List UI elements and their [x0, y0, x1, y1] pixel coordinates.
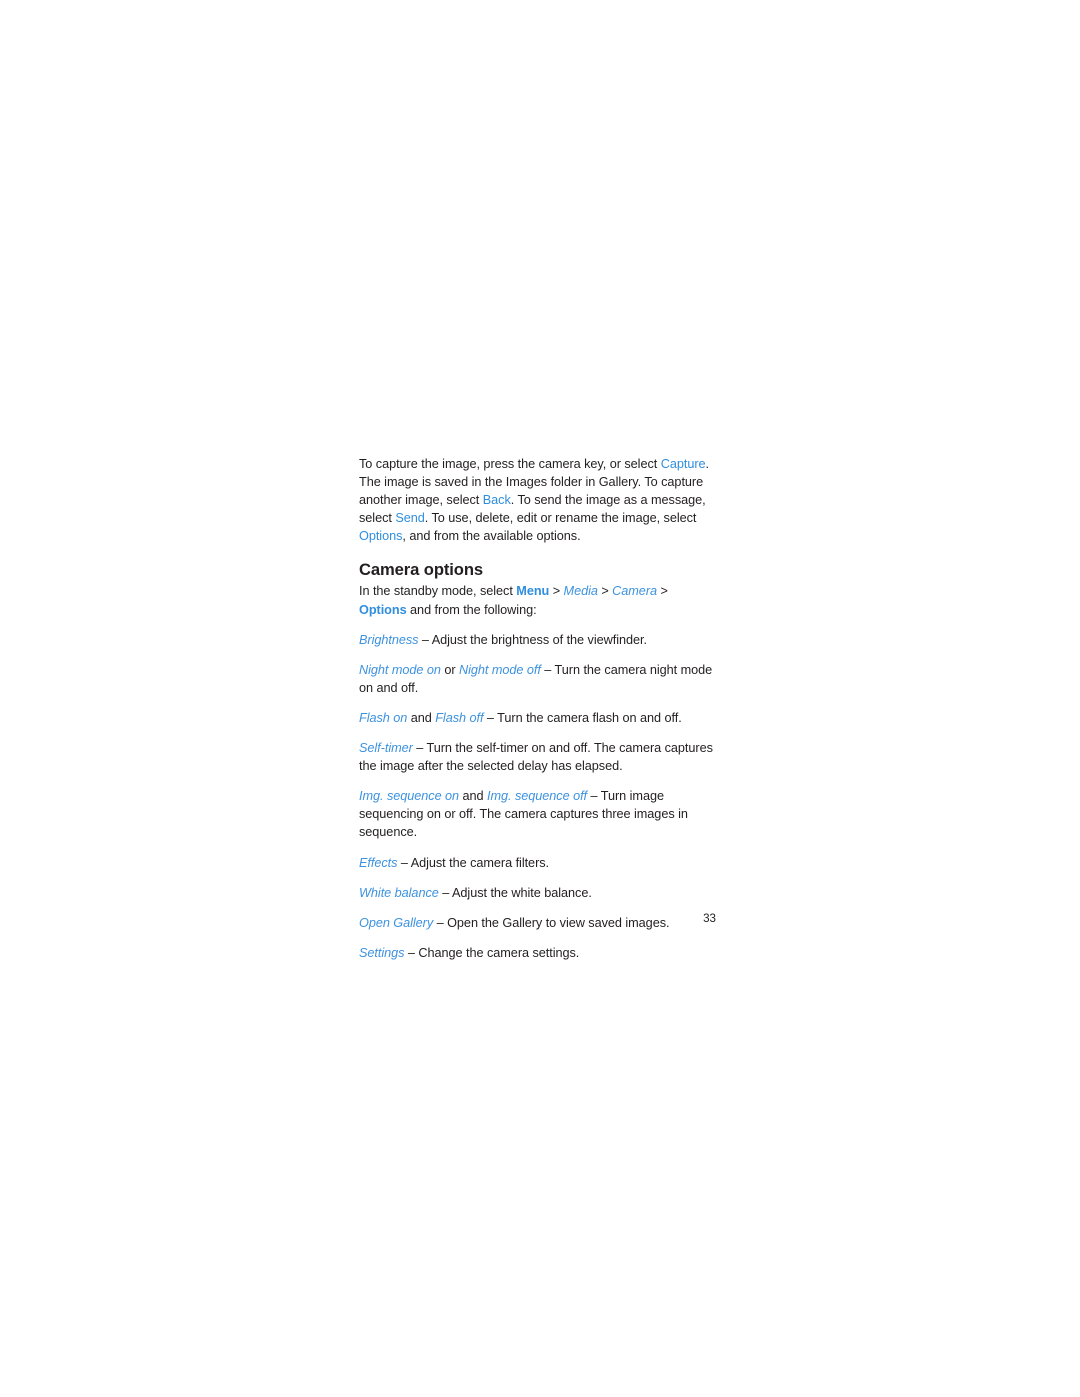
options-link[interactable]: Options: [359, 529, 402, 543]
option-description: – Adjust the white balance.: [438, 885, 592, 900]
option-joiner: or: [440, 662, 460, 677]
capture-link[interactable]: Capture: [661, 457, 706, 471]
menu-path-menu[interactable]: Menu: [516, 584, 549, 598]
menu-path-tail: and from the following:: [406, 602, 537, 617]
option-paragraph: Self-timer – Turn the self-timer on and …: [359, 739, 716, 775]
option-description: – Adjust the brightness of the viewfinde…: [418, 632, 647, 647]
option-term[interactable]: White balance: [359, 886, 439, 900]
intro-text-1: To capture the image, press the camera k…: [359, 457, 661, 471]
option-description: – Change the camera settings.: [404, 945, 580, 960]
intro-text-4: . To use, delete, edit or rename the ima…: [424, 511, 697, 526]
intro-paragraph: To capture the image, press the camera k…: [359, 455, 716, 545]
option-term[interactable]: Flash on: [359, 711, 407, 725]
option-term[interactable]: Img. sequence off: [487, 789, 587, 803]
page-content: To capture the image, press the camera k…: [359, 455, 716, 962]
option-paragraph: Effects – Adjust the camera filters.: [359, 854, 716, 872]
option-term[interactable]: Brightness: [359, 633, 419, 647]
menu-path-camera[interactable]: Camera: [612, 584, 657, 598]
option-term[interactable]: Img. sequence on: [359, 789, 459, 803]
option-term[interactable]: Settings: [359, 946, 405, 960]
option-paragraph: Flash on and Flash off – Turn the camera…: [359, 709, 716, 727]
option-description: – Turn the camera flash on and off.: [483, 710, 682, 725]
option-description: – Adjust the camera filters.: [397, 855, 550, 870]
intro-text-5: , and from the available options.: [402, 529, 581, 544]
menu-path-separator-2: >: [597, 584, 613, 599]
menu-path-options[interactable]: Options: [359, 603, 407, 617]
menu-path-lead: In the standby mode, select: [359, 584, 517, 599]
option-term[interactable]: Effects: [359, 856, 397, 870]
option-joiner: and: [459, 789, 488, 804]
option-term[interactable]: Flash off: [435, 711, 483, 725]
page-number: 33: [703, 912, 716, 925]
option-joiner: and: [407, 710, 436, 725]
menu-path-paragraph: In the standby mode, select Menu > Media…: [359, 582, 716, 618]
option-description: – Turn the self-timer on and off. The ca…: [359, 741, 713, 774]
option-term[interactable]: Night mode on: [359, 663, 441, 677]
option-paragraph: White balance – Adjust the white balance…: [359, 884, 716, 902]
menu-path-media[interactable]: Media: [564, 584, 598, 598]
send-link[interactable]: Send: [395, 511, 424, 525]
option-paragraph: Settings – Change the camera settings.: [359, 944, 716, 962]
option-paragraph: Img. sequence on and Img. sequence off –…: [359, 787, 716, 841]
option-term[interactable]: Night mode off: [459, 663, 541, 677]
back-link[interactable]: Back: [483, 493, 511, 507]
option-paragraph: Night mode on or Night mode off – Turn t…: [359, 661, 716, 697]
option-paragraph: Brightness – Adjust the brightness of th…: [359, 631, 716, 649]
menu-path-separator-1: >: [549, 584, 564, 599]
menu-path-separator-3: >: [657, 584, 668, 599]
option-term[interactable]: Self-timer: [359, 741, 413, 755]
section-heading: Camera options: [359, 560, 484, 580]
